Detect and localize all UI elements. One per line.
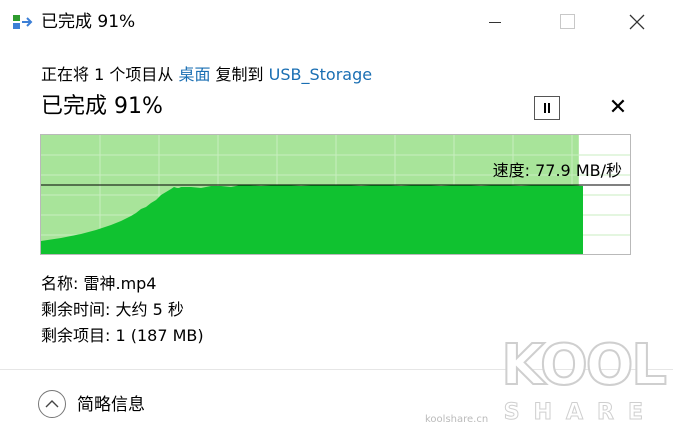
close-button[interactable] xyxy=(614,0,660,44)
maximize-button[interactable] xyxy=(544,0,590,44)
operation-middle: 复制到 xyxy=(210,65,269,84)
source-link[interactable]: 桌面 xyxy=(178,65,210,84)
watermark-logo: KOOL SHARE koolshare.cn xyxy=(425,333,668,432)
speed-graph: 速度: 77.9 MB/秒 xyxy=(40,134,631,255)
watermark-share-text: SHARE xyxy=(503,400,657,426)
operation-prefix: 正在将 1 个项目从 xyxy=(41,65,179,84)
minimize-button[interactable] xyxy=(470,0,516,44)
copy-files-icon xyxy=(13,14,35,30)
watermark-big-text: KOOL xyxy=(500,333,668,398)
progress-title: 已完成 91% xyxy=(41,94,163,119)
destination-link[interactable]: USB_Storage xyxy=(269,65,372,84)
details-toggle-button[interactable] xyxy=(38,390,66,418)
speed-label: 速度: 77.9 MB/秒 xyxy=(492,161,622,180)
copy-operation-text: 正在将 1 个项目从 桌面 复制到 USB_Storage xyxy=(41,64,372,86)
items-remaining-line: 剩余项目: 1 (187 MB) xyxy=(41,326,204,345)
file-name-line: 名称: 雷神.mp4 xyxy=(41,274,157,293)
chevron-up-icon xyxy=(45,400,59,408)
watermark-url: koolshare.cn xyxy=(425,414,489,425)
pause-button[interactable] xyxy=(534,96,560,120)
close-icon xyxy=(629,14,645,30)
window-title: 已完成 91% xyxy=(41,12,136,32)
cancel-button[interactable]: ✕ xyxy=(606,96,630,120)
time-remaining-line: 剩余时间: 大约 5 秒 xyxy=(41,300,184,319)
fewer-details-label[interactable]: 简略信息 xyxy=(77,394,145,416)
title-bar: 已完成 91% xyxy=(0,0,673,44)
